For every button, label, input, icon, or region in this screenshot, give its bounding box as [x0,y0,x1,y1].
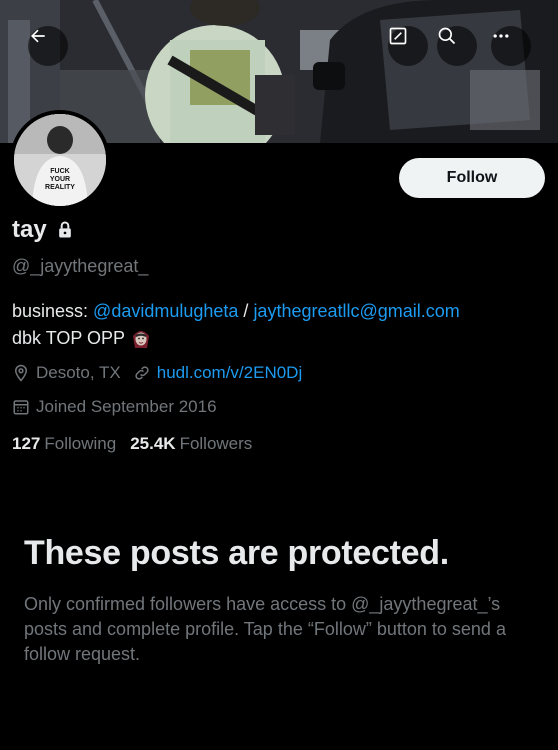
more-options-button[interactable] [491,26,531,66]
location-text: Desoto, TX [36,363,121,382]
following-count: 127 [12,434,41,453]
bio-separator: / [238,301,254,321]
follow-button[interactable]: Follow [399,158,545,198]
bio-mention-link[interactable]: @davidmulugheta [93,301,238,321]
joined-text: Joined September 2016 [36,397,217,416]
svg-text:REALITY: REALITY [45,184,75,191]
following-count-link[interactable]: 127 Following [12,434,116,454]
followers-count-link[interactable]: 25.4K Followers [130,434,252,454]
calendar-icon [13,400,29,415]
protected-message: Only confirmed followers have access to … [24,594,506,664]
location-pin-icon [14,364,28,382]
avatar[interactable]: FUCK YOUR REALITY [10,110,110,210]
avatar-photo: FUCK YOUR REALITY [14,114,106,206]
arrow-left-icon [31,29,45,43]
joined-row: Joined September 2016 [12,397,217,417]
svg-text:YOUR: YOUR [50,176,70,183]
bio-prefix: business: [12,301,94,321]
bio-email-link[interactable]: jaythegreatllc@gmail.com [253,301,459,321]
protected-title: These posts are protected. [24,534,449,572]
more-horizontal-icon [493,34,509,38]
back-button[interactable] [28,26,68,66]
profile-name: tay [12,216,47,243]
edit-square-icon [389,27,407,45]
followers-label: Followers [179,434,253,453]
profile-meta-row: Desoto, TX hudl.com/v/2EN0Dj [12,363,314,383]
lock-icon [58,221,71,238]
search-button[interactable] [437,26,477,66]
following-label: Following [44,434,117,453]
website-item[interactable]: hudl.com/v/2EN0Dj [133,363,303,383]
search-icon [438,27,456,45]
profile-handle: @_jayythegreat_ [12,256,149,276]
link-icon [135,366,149,380]
website-link[interactable]: hudl.com/v/2EN0Dj [157,363,303,383]
bio-line-2: dbk TOP OPP [12,328,126,348]
svg-text:FUCK: FUCK [50,168,69,175]
location-item: Desoto, TX [12,363,121,383]
edit-button[interactable] [388,26,428,66]
followers-count: 25.4K [130,434,176,453]
profile-bio: business: @davidmulugheta / jaythegreatl… [12,298,552,352]
follow-counts: 127 Following 25.4K Followers [12,434,252,454]
profile-name-row: tay [12,216,75,244]
vampire-emoji-icon [133,330,150,348]
